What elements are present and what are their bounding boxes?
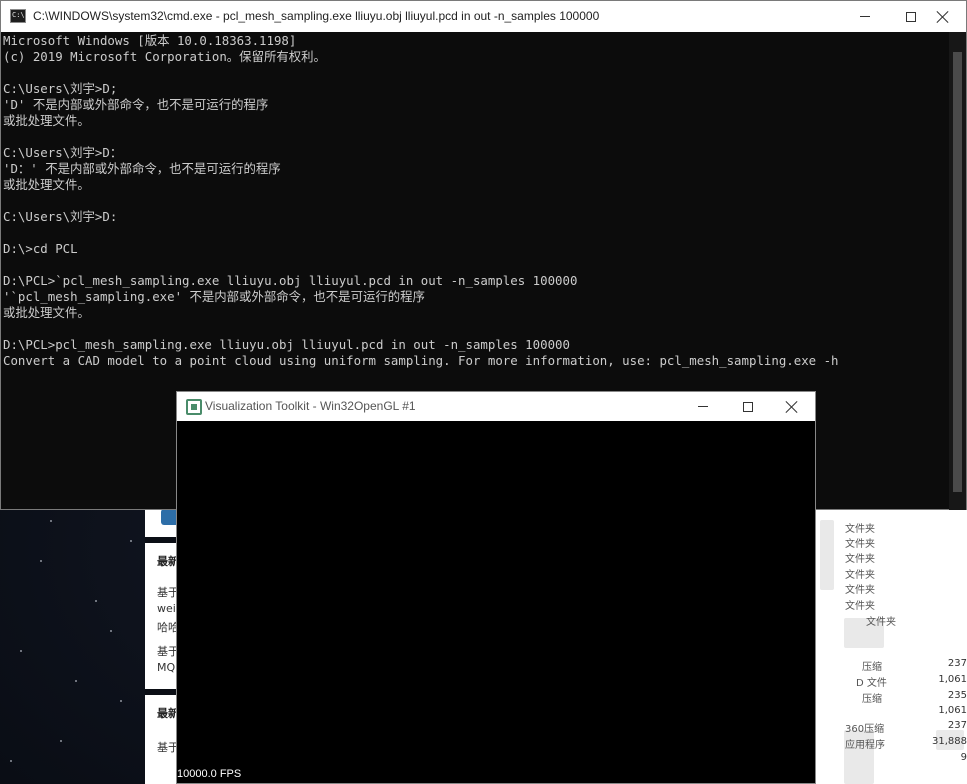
minimize-button[interactable] (680, 392, 726, 421)
maximize-icon (906, 11, 916, 22)
console-line: 或批处理文件。 (3, 113, 90, 128)
file-type: 文件夹 (845, 539, 875, 550)
divider (145, 689, 180, 695)
fps-counter: 10000.0 FPS (177, 768, 242, 780)
console-line: D:\>cd PCL (3, 241, 78, 256)
console-line: Convert a CAD model to a point cloud usi… (3, 353, 839, 368)
file-type: 文件夹 (845, 524, 875, 535)
render-viewport[interactable]: 10000.0 FPS (177, 421, 815, 783)
file-size: 237 (947, 720, 967, 731)
file-size: 1,061 (938, 705, 967, 716)
divider (145, 537, 180, 543)
console-line: D:\PCL>pcl_mesh_sampling.exe lliuyu.obj … (3, 337, 570, 352)
cmd-scrollbar[interactable] (949, 32, 966, 510)
vtk-window-title: Visualization Toolkit - Win32OpenGL #1 (205, 399, 416, 413)
file-type: 文件夹 (866, 617, 896, 628)
file-type: 应用程序 (845, 740, 885, 751)
console-line: 或批处理文件。 (3, 305, 90, 320)
background-file-explorer: 文件夹 文件夹 文件夹 文件夹 文件夹 文件夹 文件夹 压缩 D 文件 压缩 3… (816, 510, 967, 784)
minimize-icon (698, 406, 708, 407)
file-type: 压缩 (862, 662, 882, 673)
file-size: 237 (947, 658, 967, 669)
file-size: 31,888 (932, 736, 967, 747)
console-line: C:\Users\刘宇>D: (3, 209, 118, 224)
console-line: 'D：' 不是内部或外部命令，也不是可运行的程序 (3, 161, 281, 176)
cmd-window-title: C:\WINDOWS\system32\cmd.exe - pcl_mesh_s… (33, 9, 600, 23)
console-line: '`pcl_mesh_sampling.exe' 不是内部或外部命令，也不是可运… (3, 289, 425, 304)
file-type: 360压缩 (845, 724, 885, 735)
close-button[interactable] (769, 392, 815, 421)
file-type: 文件夹 (845, 570, 875, 581)
file-size: 9 (960, 752, 967, 763)
console-line: Microsoft Windows [版本 10.0.18363.1198] (3, 33, 297, 48)
vtk-titlebar[interactable]: Visualization Toolkit - Win32OpenGL #1 (177, 392, 815, 421)
cmd-titlebar[interactable]: C:\WINDOWS\system32\cmd.exe - pcl_mesh_s… (1, 1, 966, 32)
file-type: 文件夹 (845, 554, 875, 565)
console-line: (c) 2019 Microsoft Corporation。保留所有权利。 (3, 49, 326, 64)
file-type: 压缩 (862, 694, 882, 705)
console-line: 或批处理文件。 (3, 177, 90, 192)
file-type: D 文件 (856, 678, 887, 689)
maximize-button[interactable] (725, 392, 771, 421)
blurred-region (820, 520, 834, 590)
file-size: 235 (947, 690, 967, 701)
console-line: C:\Users\刘宇>D; (3, 81, 118, 96)
close-icon (937, 11, 949, 23)
scroll-thumb[interactable] (953, 52, 962, 492)
close-button[interactable] (920, 1, 966, 32)
cmd-app-icon[interactable] (10, 9, 26, 23)
close-icon (786, 401, 798, 413)
file-type: 文件夹 (845, 601, 875, 612)
vtk-app-icon[interactable] (186, 399, 202, 415)
console-line: 'D' 不是内部或外部命令，也不是可运行的程序 (3, 97, 269, 112)
background-blog-panel: 最新 基于 wei 哈哈 基于 MQ 最新 基于 (145, 505, 180, 784)
maximize-icon (743, 401, 753, 412)
vtk-window[interactable]: Visualization Toolkit - Win32OpenGL #1 1… (176, 391, 816, 784)
file-size: 1,061 (938, 674, 967, 685)
file-type: 文件夹 (845, 585, 875, 596)
console-line: D:\PCL>`pcl_mesh_sampling.exe lliuyu.obj… (3, 273, 578, 288)
console-line: C:\Users\刘宇>D： (3, 145, 123, 160)
minimize-button[interactable] (842, 1, 888, 32)
minimize-icon (860, 16, 870, 17)
